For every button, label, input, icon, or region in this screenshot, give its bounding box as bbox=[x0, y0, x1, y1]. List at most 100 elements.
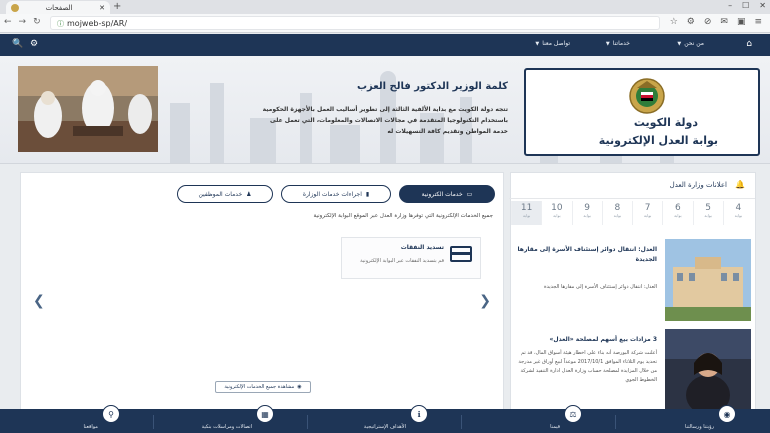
page-link[interactable]: 10 بوابة bbox=[541, 201, 571, 225]
news-desc: أعلنت شركة البورصة أنه بناء على اخطار هي… bbox=[518, 350, 657, 383]
skyline-building bbox=[210, 83, 224, 163]
bottom-item-label: الأهداف الإستراتيجية bbox=[363, 424, 406, 430]
reload-icon[interactable]: ↻ bbox=[33, 17, 41, 27]
favicon-icon bbox=[11, 3, 19, 12]
search-icon[interactable]: 🔍 bbox=[12, 39, 23, 49]
announcements-title: اعلانات وزارة العدل bbox=[669, 181, 727, 189]
nav-item-about[interactable]: ▼ من نحن bbox=[677, 40, 704, 47]
bottom-item-values[interactable]: ⚖ قيمنا bbox=[462, 405, 616, 433]
bottom-item-locations[interactable]: ⚲ مواقعنا bbox=[0, 405, 154, 433]
bottom-item-label: قيمنا bbox=[550, 424, 560, 430]
forward-icon[interactable]: → bbox=[19, 17, 27, 27]
tab-ministry-procedures[interactable]: ▮ اجراءات خدمات الوزارة bbox=[281, 185, 391, 203]
page-label: بوابة bbox=[613, 213, 622, 218]
view-all-label: مشاهدة جميع الخدمات الإلكترونية bbox=[224, 384, 295, 390]
tab-label: خدمات الكترونية bbox=[421, 190, 463, 198]
minister-speech-title[interactable]: كلمة الوزير الدكتور فالح العزب bbox=[357, 81, 508, 92]
nav-item-contact[interactable]: ▼ تواصل معنا bbox=[535, 40, 570, 47]
page-link[interactable]: 5 بوابة bbox=[692, 201, 723, 225]
bottom-item-vision[interactable]: ◉ رؤيتنا ورسالتنا bbox=[616, 405, 770, 433]
close-window-icon[interactable]: ✕ bbox=[759, 1, 766, 10]
page-label: بوابة bbox=[674, 213, 682, 218]
announcements-panel: 🔔 اعلانات وزارة العدل 4 بوابة 5 بوابة 6 بوا… bbox=[509, 172, 756, 422]
tab-employee-services[interactable]: ♟ خدمات الموظفين bbox=[177, 185, 273, 203]
news-desc: العدل: انتقال دوائر إستئناف الأسرة إلى م… bbox=[544, 284, 657, 290]
page-link-active[interactable]: 11 بوابة bbox=[511, 201, 542, 225]
news-image bbox=[665, 329, 751, 411]
news-item[interactable]: 3 مزادات بيع أسهم لمصلحة «العدل» أعلنت ش… bbox=[513, 329, 751, 413]
bookmark-icon: ▮ bbox=[365, 190, 370, 198]
bottom-nav-bar: ◉ رؤيتنا ورسالتنا ⚖ قيمنا ℹ الأهداف الإس… bbox=[0, 405, 770, 433]
page-number: 4 bbox=[735, 203, 742, 213]
service-card-alimony-payment[interactable]: تسديد النفقات قم بتسديد النفقات عبر البو… bbox=[341, 237, 481, 279]
kuwait-emblem-icon bbox=[629, 78, 665, 114]
home-icon[interactable]: ⌂ bbox=[746, 39, 752, 49]
new-tab-button[interactable]: + bbox=[113, 2, 121, 12]
credit-card-icon bbox=[450, 246, 472, 262]
bell-icon: 🔔 bbox=[735, 180, 745, 189]
settings-icon[interactable]: ⚙ bbox=[30, 39, 38, 49]
bottom-item-label: رؤيتنا ورسالتنا bbox=[685, 424, 714, 430]
page-number: 7 bbox=[644, 203, 651, 213]
page-label: بوابة bbox=[583, 213, 591, 218]
services-panel: ▭ خدمات الكترونية ▮ اجراءات خدمات الوزار… bbox=[20, 172, 504, 422]
browser-tab[interactable]: ✕ الصفحات bbox=[6, 1, 110, 14]
cast-icon[interactable]: ▣ bbox=[737, 17, 746, 27]
news-title: العدل: انتقال دوائر إستئناف الأسرة إلى م… bbox=[517, 246, 657, 263]
page-link[interactable]: 8 بوابة bbox=[601, 201, 632, 225]
page-number: 11 bbox=[520, 203, 533, 213]
scales-icon: ⚖ bbox=[564, 405, 582, 423]
page-label: بوابة bbox=[522, 213, 531, 218]
page-link[interactable]: 6 بوابة bbox=[662, 201, 692, 225]
news-title: 3 مزادات بيع أسهم لمصلحة «العدل» bbox=[549, 336, 657, 343]
url-input[interactable]: ⓘ mojweb-sp/AR/ bbox=[50, 16, 660, 30]
announcements-header: 🔔 اعلانات وزارة العدل bbox=[509, 173, 755, 199]
nav-item-services[interactable]: ▼ خدماتنا bbox=[606, 40, 630, 47]
tab-label: خدمات الموظفين bbox=[198, 190, 243, 198]
service-card-title: تسديد النفقات bbox=[400, 244, 444, 251]
window-controls: – ☐ ✕ bbox=[728, 1, 766, 10]
site-navbar: ⌂ ▼ من نحن ▼ خدماتنا ▼ تواصل معنا 🔍 ⚙ bbox=[0, 34, 770, 56]
star-icon[interactable]: ☆ bbox=[670, 17, 678, 27]
page-link[interactable]: 9 بوابة bbox=[571, 201, 602, 225]
site-logo[interactable]: دولة الكويت بوابة العدل الإلكترونية bbox=[524, 68, 760, 156]
browser-toolbar-icons: ☆ ⚙ ⊘ ✉ ▣ ≡ bbox=[670, 17, 762, 27]
tab-eservices[interactable]: ▭ خدمات الكترونية bbox=[399, 185, 495, 203]
tab-close-icon[interactable]: ✕ bbox=[99, 4, 105, 12]
tab-label: اجراءات خدمات الوزارة bbox=[302, 190, 362, 198]
carousel-prev-arrow-icon[interactable]: ❮ bbox=[33, 293, 45, 309]
page-number: 6 bbox=[675, 203, 681, 213]
mail-icon[interactable]: ✉ bbox=[720, 17, 728, 27]
url-text: mojweb-sp/AR/ bbox=[67, 19, 128, 28]
announcements-pagination: 4 بوابة 5 بوابة 6 بوابة 7 بوابة 8 بوابة 9 بواب… bbox=[511, 201, 753, 229]
nav-item-label: من نحن bbox=[684, 40, 704, 47]
page-label: بوابة bbox=[643, 213, 652, 218]
page-label: بوابة bbox=[553, 213, 561, 218]
extension-icon[interactable]: ⚙ bbox=[687, 17, 695, 27]
page-number: 10 bbox=[551, 203, 563, 213]
tab-title: الصفحات bbox=[45, 3, 73, 12]
services-intro-text: جميع الخدمات الإلكترونية التي توفرها وزا… bbox=[313, 213, 493, 219]
nav-item-label: خدماتنا bbox=[612, 40, 630, 47]
skyline-building bbox=[170, 103, 190, 163]
monitor-icon: ▭ bbox=[466, 190, 473, 198]
news-item[interactable]: العدل: انتقال دوائر إستئناف الأسرة إلى م… bbox=[513, 239, 751, 323]
menu-icon[interactable]: ≡ bbox=[754, 17, 762, 27]
back-icon[interactable]: ← bbox=[4, 17, 12, 27]
minister-speech-text: تتجه دولة الكويت مع بداية الألفية الثالث… bbox=[262, 106, 508, 135]
bottom-item-label: مواقعنا bbox=[83, 424, 99, 430]
site-name-country: دولة الكويت bbox=[633, 116, 698, 129]
carousel-next-arrow-icon[interactable]: ❯ bbox=[479, 293, 491, 309]
bottom-item-strategic-goals[interactable]: ℹ الأهداف الإستراتيجية bbox=[308, 405, 462, 433]
site-name-portal: بوابة العدل الإلكترونية bbox=[598, 134, 718, 147]
maximize-icon[interactable]: ☐ bbox=[742, 1, 749, 10]
page-link[interactable]: 4 بوابة bbox=[722, 201, 753, 225]
minimize-icon[interactable]: – bbox=[728, 1, 732, 10]
page-label: بوابة bbox=[734, 213, 743, 218]
view-all-services-button[interactable]: ◉ مشاهدة جميع الخدمات الإلكترونية bbox=[215, 381, 311, 393]
bottom-item-bank-communications[interactable]: ▦ اتصالات ومراسلات بنكية bbox=[154, 405, 308, 433]
page-link[interactable]: 7 بوابة bbox=[632, 201, 662, 225]
stop-icon[interactable]: ⊘ bbox=[704, 17, 712, 27]
minister-photo bbox=[18, 66, 158, 152]
page-number: 9 bbox=[584, 203, 590, 213]
